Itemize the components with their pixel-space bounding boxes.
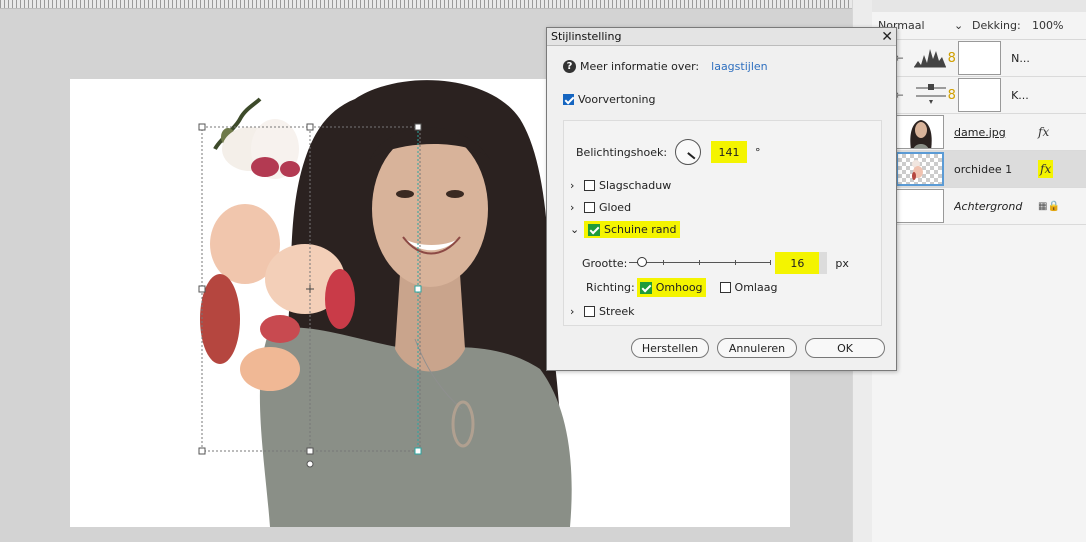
direction-down-option[interactable]: Omlaag	[719, 281, 778, 294]
lock-icon[interactable]: ▦🔒	[1038, 201, 1060, 212]
section-stroke[interactable]: › Streek	[570, 305, 634, 318]
layer-row[interactable]: ◉ ⇤ 8 K...	[872, 77, 1086, 114]
layer-row[interactable]: ◉ ⇤ 8 N...	[872, 40, 1086, 77]
slider-tick	[770, 260, 772, 265]
slider-track	[629, 262, 772, 263]
info-text: Meer informatie over:	[580, 60, 700, 73]
size-unit: px	[835, 256, 849, 270]
size-input[interactable]: 16	[775, 252, 820, 274]
chain-link-icon[interactable]: 8	[946, 51, 958, 66]
layer-name[interactable]: Achtergrond	[954, 200, 1038, 213]
layer-name[interactable]: N...	[1011, 52, 1086, 65]
chevron-right-icon[interactable]: ›	[570, 201, 580, 214]
close-icon[interactable]: ✕	[881, 28, 893, 46]
bevel-checkbox[interactable]	[588, 223, 600, 236]
size-row: Grootte: 16 px	[582, 252, 849, 274]
cancel-button[interactable]: Annuleren	[717, 338, 797, 358]
drop-shadow-label: Slagschaduw	[599, 179, 672, 192]
angle-row: Belichtingshoek: 141 °	[576, 139, 761, 165]
stroke-checkbox[interactable]	[584, 306, 595, 317]
layer-name[interactable]: dame.jpg	[954, 126, 1038, 139]
horizontal-ruler	[0, 0, 872, 9]
chevron-down-icon[interactable]: ⌄	[570, 223, 580, 236]
glow-checkbox[interactable]	[584, 202, 595, 213]
section-bevel[interactable]: ⌄ Schuine rand	[570, 221, 681, 238]
layer-row[interactable]: ◉ dame.jpg fx	[872, 114, 1086, 151]
chevron-down-icon[interactable]: ⌄	[954, 19, 972, 32]
fx-icon[interactable]: fx	[1038, 125, 1049, 139]
layer-row[interactable]: ◉ Achtergrond ▦🔒	[872, 188, 1086, 225]
slider-tick	[699, 260, 701, 265]
preview-row[interactable]: Voorvertoning	[563, 93, 655, 106]
layers-panel: Normaal ⌄ Dekking: 100% ◉ ⇤ 8 N... ◉ ⇤ 8…	[872, 0, 1086, 542]
angle-dial[interactable]	[675, 139, 702, 165]
info-row: ? Meer informatie over: laagstijlen	[563, 60, 768, 73]
layers-options-row: Normaal ⌄ Dekking: 100%	[872, 12, 1086, 40]
layer-thumbnail[interactable]	[896, 115, 944, 149]
slider-knob[interactable]	[637, 257, 648, 267]
degree-unit: °	[755, 145, 761, 159]
angle-label: Belichtingshoek:	[576, 145, 668, 159]
drop-shadow-checkbox[interactable]	[584, 180, 595, 191]
layer-thumbnail[interactable]	[896, 152, 944, 186]
preview-label: Voorvertoning	[578, 93, 656, 106]
reset-button[interactable]: Herstellen	[631, 338, 709, 358]
slider-tick	[663, 260, 665, 265]
preview-checkbox[interactable]	[563, 94, 574, 105]
layer-row-selected[interactable]: ◉ orchidee 1 fx	[872, 151, 1086, 188]
stroke-label: Streek	[599, 305, 635, 318]
bevel-label: Schuine rand	[604, 223, 677, 236]
histogram-icon	[912, 41, 946, 75]
layers-panel-header	[872, 0, 1086, 12]
direction-up-option[interactable]: Omhoog	[636, 278, 706, 297]
opacity-value[interactable]: 100%	[1032, 19, 1063, 32]
direction-up-checkbox[interactable]	[639, 281, 652, 294]
direction-row: Richting: Omhoog Omlaag	[586, 278, 777, 297]
size-label: Grootte:	[582, 256, 628, 270]
dialog-title: Stijlinstelling	[551, 30, 622, 43]
layer-name[interactable]: orchidee 1	[954, 163, 1038, 176]
chevron-right-icon[interactable]: ›	[570, 305, 580, 318]
slider-tick	[735, 260, 737, 265]
layer-name[interactable]: K...	[1011, 89, 1086, 102]
dialog-title-bar[interactable]: Stijlinstelling ✕	[547, 28, 896, 46]
direction-up-label: Omhoog	[655, 281, 703, 294]
levels-slider-icon	[912, 78, 946, 112]
glow-label: Gloed	[599, 201, 632, 214]
layer-thumbnail[interactable]	[896, 189, 944, 223]
direction-label: Richting:	[586, 281, 635, 294]
settings-group: Belichtingshoek: 141 ° › Slagschaduw › G…	[563, 120, 882, 326]
section-glow[interactable]: › Gloed	[570, 201, 631, 214]
section-drop-shadow[interactable]: › Slagschaduw	[570, 179, 671, 192]
direction-down-label: Omlaag	[734, 281, 778, 294]
direction-down-checkbox[interactable]	[719, 282, 731, 293]
chain-link-icon[interactable]: 8	[946, 88, 958, 103]
help-icon: ?	[563, 60, 576, 73]
opacity-label: Dekking:	[972, 19, 1021, 32]
angle-input[interactable]: 141	[711, 141, 748, 163]
size-slider[interactable]	[629, 256, 772, 270]
size-stepper[interactable]	[819, 252, 828, 274]
ok-button[interactable]: OK	[805, 338, 885, 358]
fx-icon[interactable]: fx	[1038, 160, 1054, 178]
info-link[interactable]: laagstijlen	[711, 60, 767, 73]
layer-mask-thumbnail[interactable]	[958, 41, 1002, 75]
chevron-right-icon[interactable]: ›	[570, 179, 580, 192]
bevel-highlight: Schuine rand	[584, 221, 681, 238]
dialog-buttons: Herstellen Annuleren OK	[631, 338, 885, 358]
layer-style-dialog: Stijlinstelling ✕ ? Meer informatie over…	[546, 27, 897, 371]
layer-mask-thumbnail[interactable]	[958, 78, 1002, 112]
